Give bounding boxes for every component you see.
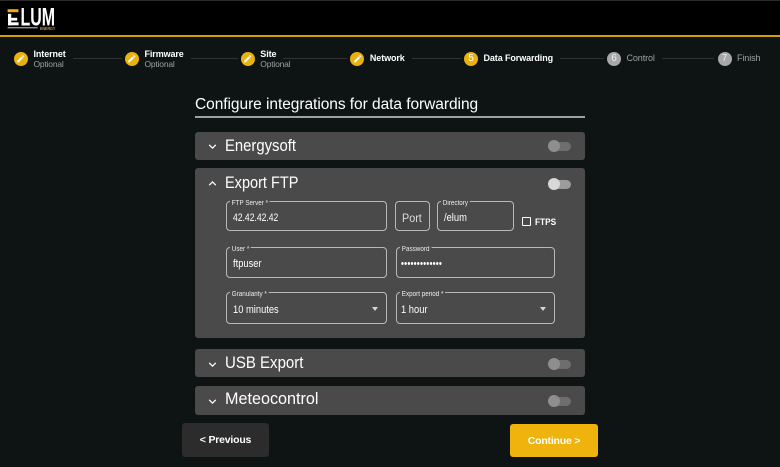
svg-text:ENERGY: ENERGY <box>40 26 55 31</box>
